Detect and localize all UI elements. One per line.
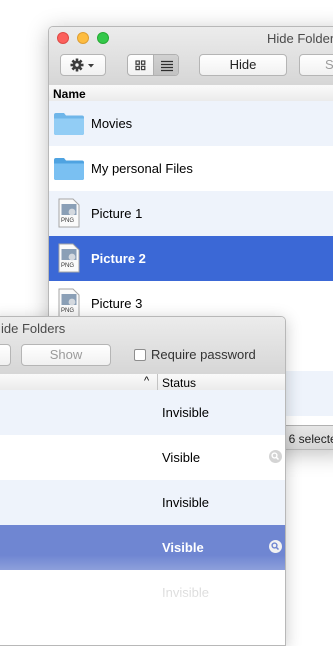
selection-count-text: f 6 selecte [282, 432, 333, 446]
title-bar[interactable]: ide Folders Show Require password [0, 317, 285, 375]
file-type-label: PNG [61, 263, 75, 269]
close-button[interactable] [57, 32, 69, 44]
status-cell: Invisible [162, 495, 209, 510]
column-divider [157, 374, 158, 391]
grid-icon [135, 60, 146, 71]
table-row[interactable]: Visible [0, 435, 285, 480]
magnifier-icon[interactable] [269, 540, 282, 553]
list-icon [161, 60, 173, 72]
chevron-down-icon [88, 64, 94, 68]
table-row[interactable]: Invisible [0, 570, 285, 615]
sort-ascending-icon: ^ [144, 375, 150, 387]
action-menu-button[interactable] [60, 54, 106, 76]
window-title: ide Folders [1, 321, 66, 336]
status-column-label: Status [162, 376, 197, 390]
status-cell: Visible [162, 450, 201, 465]
hide-folders-window-front: ide Folders Show Require password ^ Stat… [0, 316, 286, 646]
gear-icon [70, 58, 94, 72]
list-view-button[interactable] [154, 55, 178, 75]
item-name: Picture 1 [91, 206, 143, 221]
name-column-label: Name [53, 87, 86, 101]
status-cell: Invisible [162, 585, 209, 600]
hide-button[interactable] [0, 344, 11, 366]
list-item[interactable]: My personal Files [49, 146, 333, 191]
hide-button[interactable]: Hide [199, 54, 287, 76]
file-type-label: PNG [61, 218, 75, 224]
item-name: Picture 3 [91, 296, 143, 311]
minimize-button[interactable] [77, 32, 89, 44]
view-mode-segmented-control [127, 54, 179, 76]
folder-icon [54, 158, 84, 180]
title-bar[interactable]: Hide Folders [49, 27, 333, 86]
magnifier-icon[interactable] [269, 450, 282, 463]
item-name: Movies [91, 116, 133, 131]
zoom-button[interactable] [97, 32, 109, 44]
require-password-checkbox[interactable] [134, 349, 146, 361]
list-item[interactable]: PNG Picture 1 [49, 191, 333, 236]
show-button[interactable]: S [299, 54, 333, 76]
window-title: Hide Folders [267, 31, 333, 46]
status-cell: Visible [162, 540, 204, 555]
show-button[interactable]: Show [21, 344, 111, 366]
table-row[interactable]: Invisible [0, 480, 285, 525]
status-cell: Invisible [162, 405, 209, 420]
file-type-label: PNG [61, 308, 75, 314]
table-row[interactable]: Invisible [0, 390, 285, 435]
icon-view-button[interactable] [128, 55, 154, 75]
list-item-selected[interactable]: PNG Picture 2 [49, 236, 333, 281]
require-password-label[interactable]: Require password [151, 347, 256, 362]
item-name: My personal Files [91, 161, 193, 176]
folder-icon [54, 113, 84, 135]
item-name: Picture 2 [91, 251, 146, 266]
list-item[interactable]: Movies [49, 101, 333, 146]
table-row-selected[interactable]: Visible [0, 525, 285, 570]
